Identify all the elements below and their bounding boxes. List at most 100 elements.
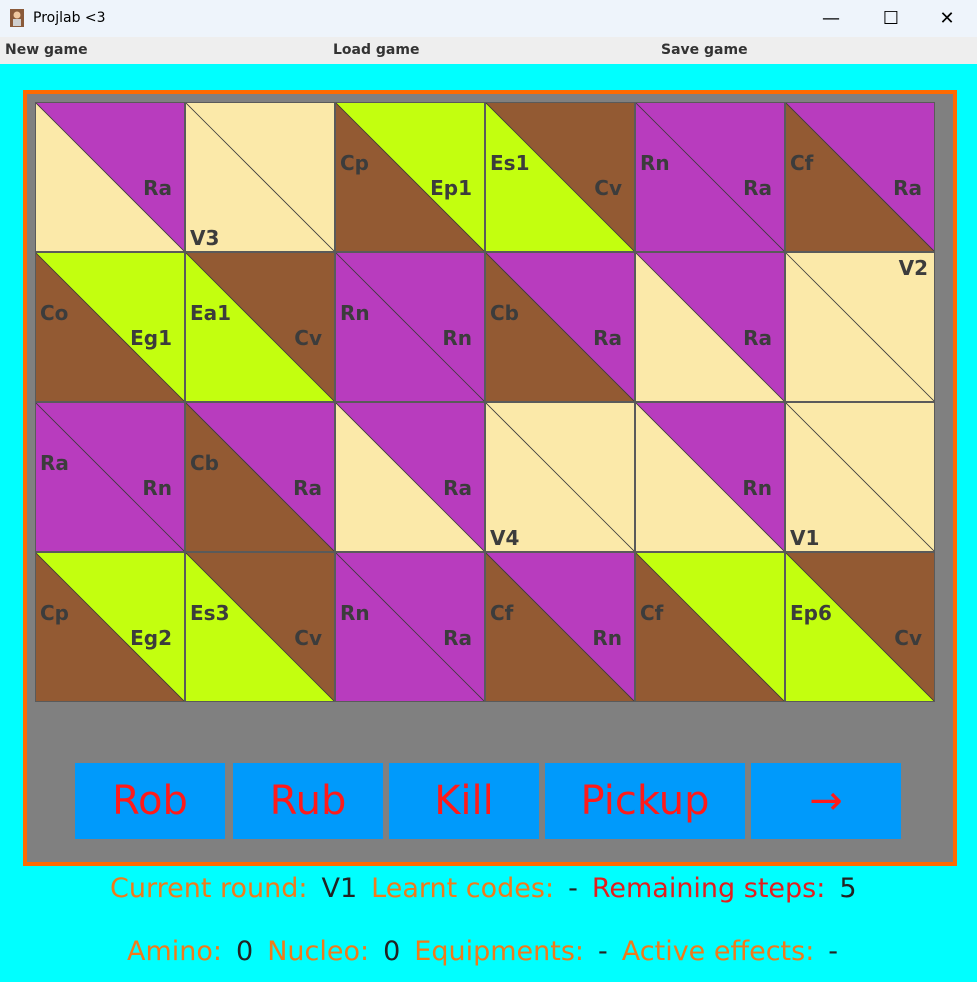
tile-label-br: Rn xyxy=(742,476,772,500)
tile-label-br: Rn xyxy=(442,326,472,350)
board-tile[interactable]: Rn Ra xyxy=(335,552,485,702)
tile-label-tl: Cb xyxy=(190,451,219,475)
board-tile[interactable]: Cf Ra xyxy=(785,102,935,252)
maximize-icon: ☐ xyxy=(882,8,900,29)
game-board: Ra V3 Cp Ep1 Es1 Cv Rn Ra Cf Ra Co Eg1 Ea1 Cv Rn Rn Cb Ra… xyxy=(35,102,935,702)
menu-bar: New game Load game Save game xyxy=(0,37,977,64)
equipments-value: - xyxy=(598,936,608,967)
nucleo-label: Nucleo: xyxy=(267,936,370,967)
board-tile[interactable]: Rn Rn xyxy=(335,252,485,402)
tile-label-br: Rn xyxy=(592,626,622,650)
app-icon xyxy=(10,9,24,27)
tile-label-br: Ra xyxy=(443,626,472,650)
current-round-label: Current round: xyxy=(110,873,308,904)
tile-graphic xyxy=(636,553,784,701)
arrow-right-icon: → xyxy=(809,778,843,824)
tile-label-tl: Rn xyxy=(340,301,370,325)
window-title: Projlab <3 xyxy=(33,10,106,26)
tile-label-tl: Es3 xyxy=(190,601,230,625)
board-tile[interactable]: Cf Rn xyxy=(485,552,635,702)
board-tile[interactable]: Es1 Cv xyxy=(485,102,635,252)
tile-label-br: Cv xyxy=(294,626,322,650)
amino-value: 0 xyxy=(236,936,254,967)
tile-label-tl: Co xyxy=(40,301,69,325)
board-tile[interactable]: Ep6 Cv xyxy=(785,552,935,702)
board-tile[interactable]: Cf xyxy=(635,552,785,702)
tile-label-tr: V2 xyxy=(898,256,928,280)
tile-label-bl: V1 xyxy=(790,526,820,550)
tile-label-br: Ra xyxy=(593,326,622,350)
tile-label-br: Cv xyxy=(594,176,622,200)
board-tile[interactable]: Cp Eg2 xyxy=(35,552,185,702)
equipments-label: Equipments: xyxy=(414,936,585,967)
tile-label-tl: Cf xyxy=(790,151,814,175)
kill-button[interactable]: Kill xyxy=(389,763,539,839)
board-tile[interactable]: Cb Ra xyxy=(185,402,335,552)
minimize-button[interactable]: — xyxy=(801,0,861,37)
board-tile[interactable]: Ea1 Cv xyxy=(185,252,335,402)
board-tile[interactable]: Co Eg1 xyxy=(35,252,185,402)
tile-label-br: Cv xyxy=(294,326,322,350)
nucleo-value: 0 xyxy=(383,936,401,967)
minimize-icon: — xyxy=(822,8,840,29)
menu-save-game[interactable]: Save game xyxy=(661,42,748,58)
tile-label-tl: Ep6 xyxy=(790,601,832,625)
tile-label-br: Ra xyxy=(743,176,772,200)
tile-label-tl: Es1 xyxy=(490,151,530,175)
tile-label-tl: Rn xyxy=(640,151,670,175)
current-round-value: V1 xyxy=(321,873,358,904)
tile-label-tl: Rn xyxy=(340,601,370,625)
tile-label-bl: V3 xyxy=(190,226,220,250)
board-tile[interactable]: V2 xyxy=(785,252,935,402)
amino-label: Amino: xyxy=(127,936,223,967)
board-tile[interactable]: V4 xyxy=(485,402,635,552)
close-icon: ✕ xyxy=(939,8,955,29)
active-effects-value: - xyxy=(828,936,839,967)
board-tile[interactable]: Ra xyxy=(335,402,485,552)
game-frame: Ra V3 Cp Ep1 Es1 Cv Rn Ra Cf Ra Co Eg1 Ea1 Cv Rn Rn Cb Ra… xyxy=(23,90,957,866)
close-button[interactable]: ✕ xyxy=(917,0,977,37)
rub-button[interactable]: Rub xyxy=(233,763,383,839)
rob-button[interactable]: Rob xyxy=(75,763,225,839)
menu-load-game[interactable]: Load game xyxy=(333,42,419,58)
pickup-button[interactable]: Pickup xyxy=(545,763,745,839)
board-tile[interactable]: Cb Ra xyxy=(485,252,635,402)
board-tile[interactable]: V3 xyxy=(185,102,335,252)
board-tile[interactable]: Cp Ep1 xyxy=(335,102,485,252)
board-tile[interactable]: Es3 Cv xyxy=(185,552,335,702)
tile-label-br: Ra xyxy=(743,326,772,350)
title-bar: Projlab <3 — ☐ ✕ xyxy=(0,0,977,37)
board-tile[interactable]: Ra xyxy=(635,252,785,402)
board-tile[interactable]: Ra xyxy=(35,102,185,252)
board-tile[interactable]: Ra Rn xyxy=(35,402,185,552)
status-line-1: Current round: V1 Learnt codes: - Remaining … xyxy=(110,873,871,904)
board-tile[interactable]: V1 xyxy=(785,402,935,552)
tile-label-br: Rn xyxy=(142,476,172,500)
tile-label-tl: Ea1 xyxy=(190,301,232,325)
learnt-codes-value: - xyxy=(568,873,578,904)
active-effects-label: Active effects: xyxy=(621,936,815,967)
tile-label-tl: Cf xyxy=(490,601,514,625)
tile-label-bl: V4 xyxy=(490,526,520,550)
tile-label-br: Cv xyxy=(894,626,922,650)
tile-label-tl: Ra xyxy=(40,451,69,475)
tile-label-tl: Cb xyxy=(490,301,519,325)
maximize-button[interactable]: ☐ xyxy=(861,0,921,37)
learnt-codes-label: Learnt codes: xyxy=(371,873,555,904)
tile-label-tl: Cp xyxy=(40,601,69,625)
tile-label-br: Ra xyxy=(443,476,472,500)
tile-label-br: Ra xyxy=(143,176,172,200)
tile-label-br: Ra xyxy=(293,476,322,500)
board-tile[interactable]: Rn Ra xyxy=(635,102,785,252)
next-turn-button[interactable]: → xyxy=(751,763,901,839)
tile-label-br: Ra xyxy=(893,176,922,200)
menu-new-game[interactable]: New game xyxy=(5,42,88,58)
remaining-steps-value: 5 xyxy=(839,873,857,904)
board-tile[interactable]: Rn xyxy=(635,402,785,552)
tile-label-br: Ep1 xyxy=(430,176,472,200)
tile-label-br: Eg1 xyxy=(130,326,172,350)
status-line-2: Amino: 0 Nucleo: 0 Equipments: - Active effect… xyxy=(127,936,852,967)
tile-label-tl: Cf xyxy=(640,601,664,625)
tile-label-br: Eg2 xyxy=(130,626,172,650)
remaining-steps-label: Remaining steps: xyxy=(591,873,826,904)
